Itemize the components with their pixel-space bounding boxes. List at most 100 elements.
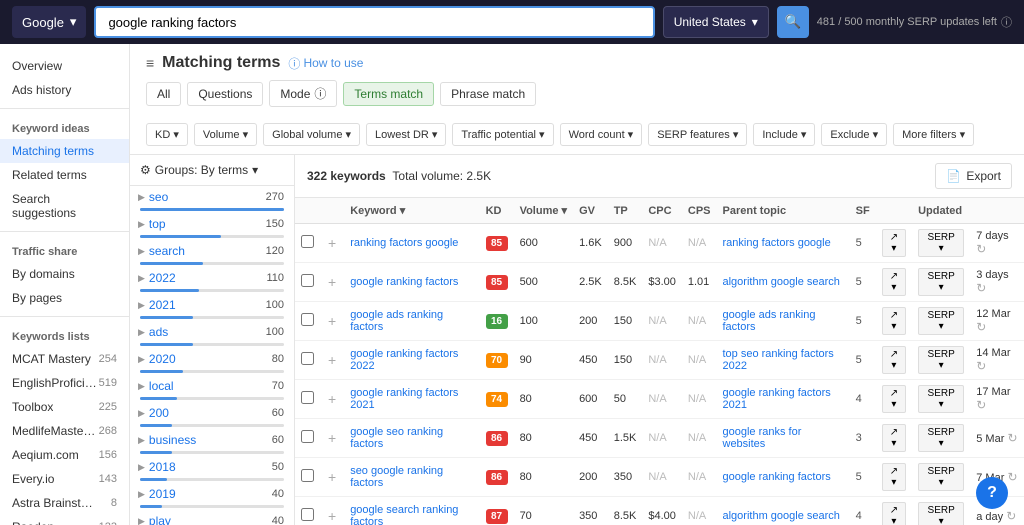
- sidebar-item-astra-brainstorm[interactable]: Astra Brainstorm For...8: [0, 491, 129, 515]
- keyword-link[interactable]: ranking factors google: [350, 237, 458, 249]
- filter-volume[interactable]: Volume ▾: [194, 123, 257, 146]
- keyword-link[interactable]: seo google ranking factors: [350, 465, 443, 489]
- col-parent-topic[interactable]: Parent topic: [717, 198, 850, 224]
- trend-cell[interactable]: ↗ ▾: [876, 263, 912, 302]
- serp-button[interactable]: SERP ▾: [918, 229, 964, 257]
- col-sf[interactable]: SF: [850, 198, 876, 224]
- col-gv[interactable]: GV: [573, 198, 608, 224]
- export-button[interactable]: 📄 Export: [935, 163, 1012, 189]
- serp-cell[interactable]: SERP ▾: [912, 419, 970, 458]
- serp-button[interactable]: SERP ▾: [918, 346, 964, 374]
- add-cell[interactable]: +: [320, 497, 344, 525]
- trend-button[interactable]: ↗ ▾: [882, 229, 906, 257]
- group-item[interactable]: ▶ play 40: [130, 510, 294, 525]
- checkbox-cell[interactable]: [295, 263, 320, 302]
- row-checkbox[interactable]: [301, 274, 314, 287]
- trend-cell[interactable]: ↗ ▾: [876, 380, 912, 419]
- col-cps[interactable]: CPS: [682, 198, 717, 224]
- group-item[interactable]: ▶ 200 60: [130, 402, 294, 427]
- keyword-link[interactable]: google ranking factors 2022: [350, 348, 458, 372]
- refresh-icon[interactable]: ↻: [976, 320, 986, 334]
- trend-button[interactable]: ↗ ▾: [882, 463, 906, 491]
- keyword-link[interactable]: google seo ranking factors: [350, 426, 443, 450]
- sidebar-item-every-io[interactable]: Every.io143: [0, 467, 129, 491]
- serp-cell[interactable]: SERP ▾: [912, 224, 970, 263]
- sidebar-item-related-terms[interactable]: Related terms: [0, 163, 129, 187]
- groups-header[interactable]: ⚙ Groups: By terms ▾: [130, 155, 294, 186]
- checkbox-cell[interactable]: [295, 302, 320, 341]
- col-kd[interactable]: KD: [480, 198, 514, 224]
- keyword-link[interactable]: google ads ranking factors: [350, 309, 443, 333]
- trend-button[interactable]: ↗ ▾: [882, 346, 906, 374]
- refresh-icon[interactable]: ↻: [976, 398, 986, 412]
- serp-button[interactable]: SERP ▾: [918, 307, 964, 335]
- sidebar-item-english-proficiency[interactable]: EnglishProficiency...519: [0, 371, 129, 395]
- parent-topic-link[interactable]: top seo ranking factors 2022: [723, 348, 834, 372]
- trend-button[interactable]: ↗ ▾: [882, 385, 906, 413]
- filter-global-volume[interactable]: Global volume ▾: [263, 123, 360, 146]
- checkbox-cell[interactable]: [295, 497, 320, 525]
- filter-traffic-potential[interactable]: Traffic potential ▾: [452, 123, 553, 146]
- trend-button[interactable]: ↗ ▾: [882, 502, 906, 525]
- row-checkbox[interactable]: [301, 352, 314, 365]
- add-button[interactable]: +: [326, 274, 338, 290]
- group-item[interactable]: ▶ ads 100: [130, 321, 294, 346]
- trend-cell[interactable]: ↗ ▾: [876, 224, 912, 263]
- group-item[interactable]: ▶ 2021 100: [130, 294, 294, 319]
- engine-selector[interactable]: Google ▾: [12, 6, 86, 38]
- col-keyword[interactable]: Keyword ▾: [344, 198, 479, 224]
- row-checkbox[interactable]: [301, 469, 314, 482]
- parent-topic-link[interactable]: google ranks for websites: [723, 426, 802, 450]
- row-checkbox[interactable]: [301, 391, 314, 404]
- refresh-icon[interactable]: ↻: [976, 242, 986, 256]
- checkbox-cell[interactable]: [295, 224, 320, 263]
- row-checkbox[interactable]: [301, 430, 314, 443]
- add-button[interactable]: +: [326, 391, 338, 407]
- parent-topic-link[interactable]: google ranking factors 2021: [723, 387, 831, 411]
- add-cell[interactable]: +: [320, 458, 344, 497]
- add-cell[interactable]: +: [320, 302, 344, 341]
- refresh-icon[interactable]: ↻: [976, 281, 986, 295]
- filter-lowest-dr[interactable]: Lowest DR ▾: [366, 123, 446, 146]
- tab-terms-match[interactable]: Terms match: [343, 82, 434, 106]
- sidebar-item-matching-terms[interactable]: Matching terms: [0, 139, 129, 163]
- trend-button[interactable]: ↗ ▾: [882, 307, 906, 335]
- col-cpc[interactable]: CPC: [642, 198, 682, 224]
- how-to-use-link[interactable]: ⓘ How to use: [288, 55, 363, 72]
- sidebar-item-mcat-mastery[interactable]: MCAT Mastery254: [0, 347, 129, 371]
- row-checkbox[interactable]: [301, 313, 314, 326]
- filter-include[interactable]: Include ▾: [753, 123, 815, 146]
- group-item[interactable]: ▶ 2020 80: [130, 348, 294, 373]
- checkbox-cell[interactable]: [295, 341, 320, 380]
- tab-phrase-match[interactable]: Phrase match: [440, 82, 536, 106]
- filter-kd[interactable]: KD ▾: [146, 123, 188, 146]
- serp-button[interactable]: SERP ▾: [918, 385, 964, 413]
- add-cell[interactable]: +: [320, 380, 344, 419]
- sidebar-item-search-suggestions[interactable]: Search suggestions: [0, 187, 129, 225]
- serp-cell[interactable]: SERP ▾: [912, 380, 970, 419]
- serp-button[interactable]: SERP ▾: [918, 463, 964, 491]
- serp-cell[interactable]: SERP ▾: [912, 497, 970, 525]
- parent-topic-link[interactable]: google ads ranking factors: [723, 309, 816, 333]
- col-volume[interactable]: Volume ▾: [514, 198, 574, 224]
- add-cell[interactable]: +: [320, 341, 344, 380]
- sidebar-item-raeden[interactable]: Raeden123: [0, 515, 129, 525]
- add-cell[interactable]: +: [320, 419, 344, 458]
- sidebar-item-overview[interactable]: Overview: [0, 54, 129, 78]
- serp-cell[interactable]: SERP ▾: [912, 341, 970, 380]
- checkbox-cell[interactable]: [295, 380, 320, 419]
- add-button[interactable]: +: [326, 469, 338, 485]
- trend-cell[interactable]: ↗ ▾: [876, 419, 912, 458]
- group-item[interactable]: ▶ 2018 50: [130, 456, 294, 481]
- group-item[interactable]: ▶ top 150: [130, 213, 294, 238]
- group-item[interactable]: ▶ business 60: [130, 429, 294, 454]
- add-cell[interactable]: +: [320, 224, 344, 263]
- keyword-link[interactable]: google ranking factors 2021: [350, 387, 458, 411]
- row-checkbox[interactable]: [301, 508, 314, 521]
- group-item[interactable]: ▶ 2022 110: [130, 267, 294, 292]
- group-item[interactable]: ▶ search 120: [130, 240, 294, 265]
- sidebar-item-toolbox[interactable]: Toolbox225: [0, 395, 129, 419]
- trend-button[interactable]: ↗ ▾: [882, 424, 906, 452]
- checkbox-cell[interactable]: [295, 458, 320, 497]
- trend-cell[interactable]: ↗ ▾: [876, 497, 912, 525]
